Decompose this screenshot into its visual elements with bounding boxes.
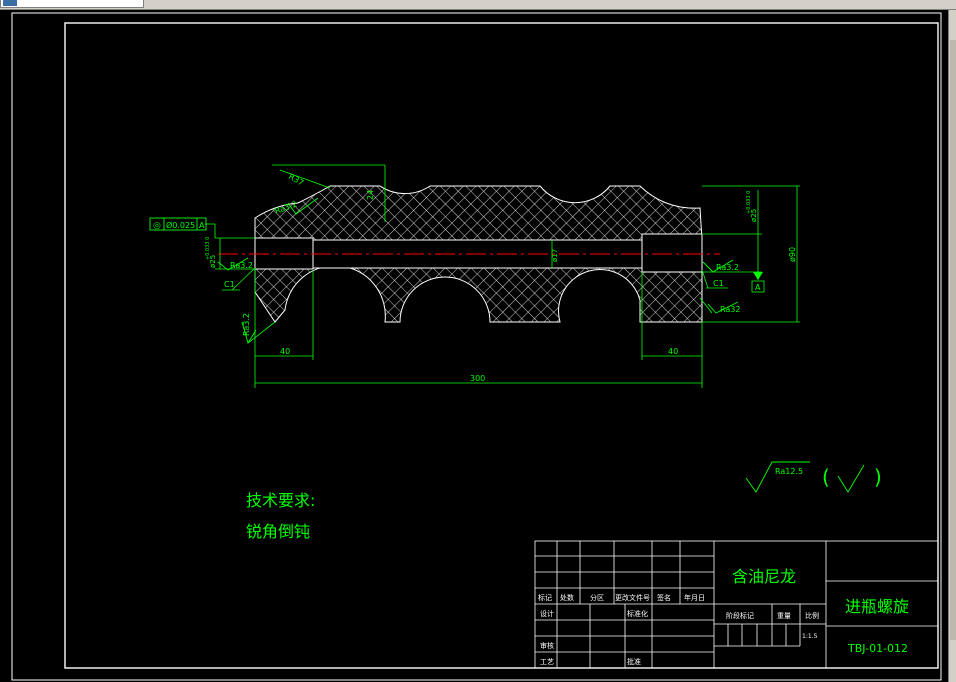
concentricity-symbol: ◎ <box>153 221 161 231</box>
outer-diameter-label: ø90 <box>788 247 797 262</box>
material-label: 含油尼龙 <box>732 567 796 586</box>
paren-open: ( <box>822 465 830 489</box>
lower-section-hatch <box>254 265 703 323</box>
tech-requirements-title: 技术要求: <box>246 491 315 510</box>
depth-label: 24 <box>366 190 375 200</box>
outer-frame <box>11 12 942 681</box>
left-bore-tolerance: +0.033 0 <box>205 237 211 260</box>
paren-close: ) <box>874 465 882 489</box>
drawing-number: TBJ-01-012 <box>847 642 908 655</box>
chamfer-right-label: C1 <box>713 279 724 288</box>
review-label: 审核 <box>540 641 554 650</box>
datum-label: A <box>755 283 761 292</box>
rev-header-1: 处数 <box>560 593 574 602</box>
standardize-label: 标准化 <box>627 609 648 618</box>
scrollbar-thumb[interactable] <box>950 40 956 640</box>
vertical-scrollbar[interactable] <box>948 10 956 682</box>
cad-drawing: R37 24 Ra3.2 ø90 ø25 +0.033 0 ø17 ø25 +0… <box>11 12 942 681</box>
total-length-label: 300 <box>470 374 485 383</box>
stage-mark-label: 阶段标记 <box>726 611 754 620</box>
inner-frame <box>64 22 939 669</box>
tolerance-datum: A <box>199 221 205 230</box>
scale-value: 1:1.5 <box>802 633 818 640</box>
rev-header-2: 分区 <box>590 593 604 602</box>
tolerance-value: Ø0.025 <box>166 220 195 230</box>
rev-header-5: 年月日 <box>684 593 705 602</box>
ratio-label: 比例 <box>805 611 819 620</box>
rev-header-0: 标记 <box>538 593 552 602</box>
roughness-bottom-right-label: Ra32 <box>720 305 740 314</box>
upper-section-hatch <box>254 185 703 241</box>
tech-requirements-note: 锐角倒钝 <box>246 522 310 541</box>
roughness-bottom-left-label: Ra3.2 <box>242 313 251 336</box>
left-length-label: 40 <box>280 347 290 356</box>
part-name-label: 进瓶螺旋 <box>845 597 909 616</box>
weight-label: 重量 <box>777 612 791 620</box>
rev-header-4: 签名 <box>657 593 671 602</box>
approve-label: 批准 <box>627 657 641 666</box>
process-label: 工艺 <box>540 658 554 666</box>
design-label: 设计 <box>540 609 554 618</box>
right-bore-tolerance: +0.033 0 <box>746 191 752 214</box>
roughness-left-label: Ra3.2 <box>230 261 253 270</box>
right-bore <box>641 233 703 273</box>
right-length-label: 40 <box>668 347 678 356</box>
roughness-right-label: Ra3.2 <box>716 263 739 272</box>
general-roughness-label: Ra12.5 <box>775 467 803 476</box>
rev-header-3: 更改文件号 <box>615 593 650 602</box>
chamfer-left-label: C1 <box>224 280 235 289</box>
radius-label: R37 <box>287 172 305 188</box>
inner-diameter-label: ø17 <box>551 249 559 262</box>
datum-triangle <box>753 272 763 280</box>
